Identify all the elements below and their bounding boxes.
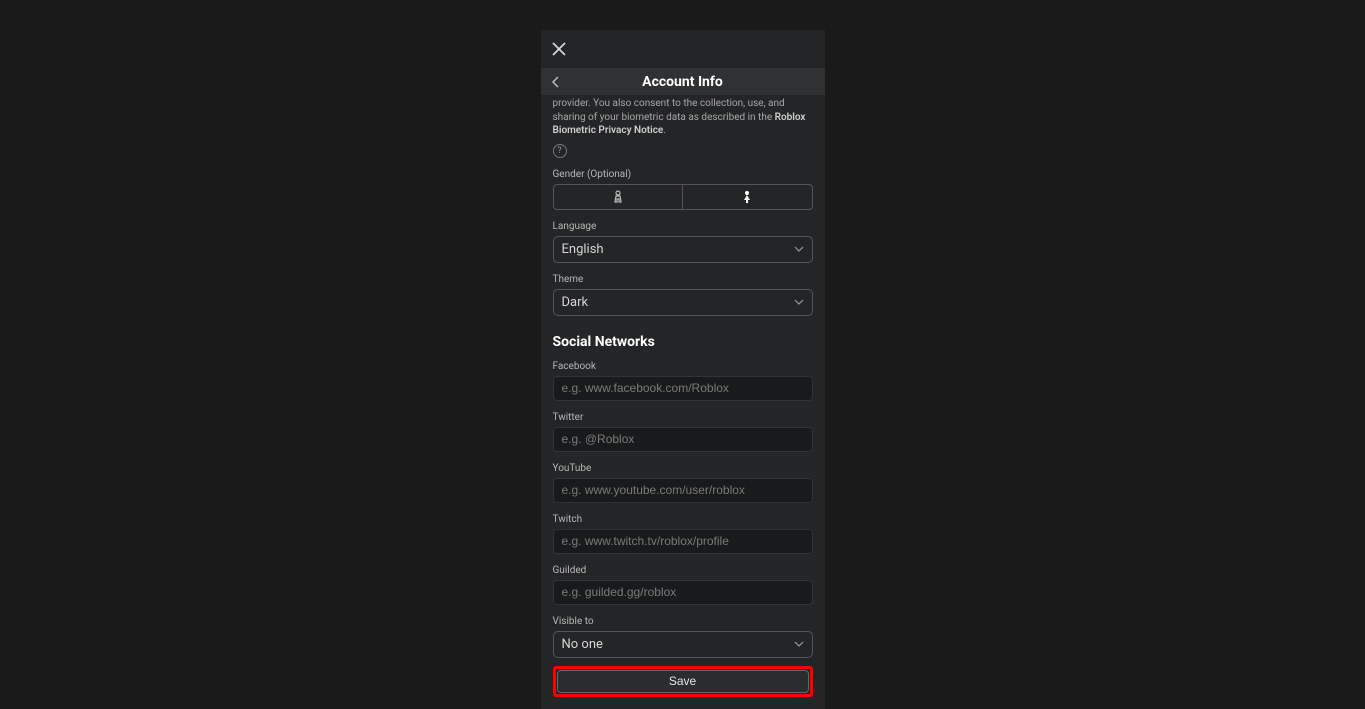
guilded-input[interactable]	[553, 580, 813, 605]
save-button[interactable]: Save	[557, 670, 809, 693]
social-networks-heading: Social Networks	[553, 334, 813, 350]
back-icon[interactable]	[551, 75, 561, 89]
chevron-down-icon	[794, 299, 804, 305]
guilded-label: Guilded	[553, 565, 813, 576]
theme-select[interactable]: Dark	[553, 289, 813, 316]
gender-option-female[interactable]	[683, 185, 812, 209]
language-label: Language	[553, 221, 813, 232]
close-icon[interactable]	[551, 41, 567, 57]
twitter-input[interactable]	[553, 427, 813, 452]
visible-to-value: No one	[562, 637, 603, 652]
language-select[interactable]: English	[553, 236, 813, 263]
content-area: provider. You also consent to the collec…	[541, 95, 825, 709]
top-bar	[541, 30, 825, 68]
gender-option-male[interactable]	[554, 185, 684, 209]
male-icon	[612, 190, 624, 204]
consent-fragment: provider. You also consent to the collec…	[553, 98, 785, 123]
theme-label: Theme	[553, 274, 813, 285]
chevron-down-icon	[794, 246, 804, 252]
twitch-label: Twitch	[553, 514, 813, 525]
gender-label: Gender (Optional)	[553, 169, 813, 180]
twitch-input[interactable]	[553, 529, 813, 554]
female-icon	[741, 190, 753, 204]
theme-value: Dark	[562, 295, 589, 310]
twitter-label: Twitter	[553, 412, 813, 423]
visible-to-label: Visible to	[553, 616, 813, 627]
youtube-input[interactable]	[553, 478, 813, 503]
gender-toggle	[553, 184, 813, 210]
chevron-down-icon	[794, 641, 804, 647]
language-value: English	[562, 242, 604, 257]
help-icon[interactable]: ?	[553, 144, 567, 158]
facebook-input[interactable]	[553, 376, 813, 401]
facebook-label: Facebook	[553, 361, 813, 372]
youtube-label: YouTube	[553, 463, 813, 474]
visible-to-select[interactable]: No one	[553, 631, 813, 658]
consent-period: .	[663, 125, 666, 136]
account-info-panel: Account Info provider. You also consent …	[541, 30, 825, 709]
header-bar: Account Info	[541, 68, 825, 95]
save-highlight-box: Save	[553, 666, 813, 697]
consent-text: provider. You also consent to the collec…	[553, 97, 813, 138]
page-title: Account Info	[541, 74, 825, 90]
